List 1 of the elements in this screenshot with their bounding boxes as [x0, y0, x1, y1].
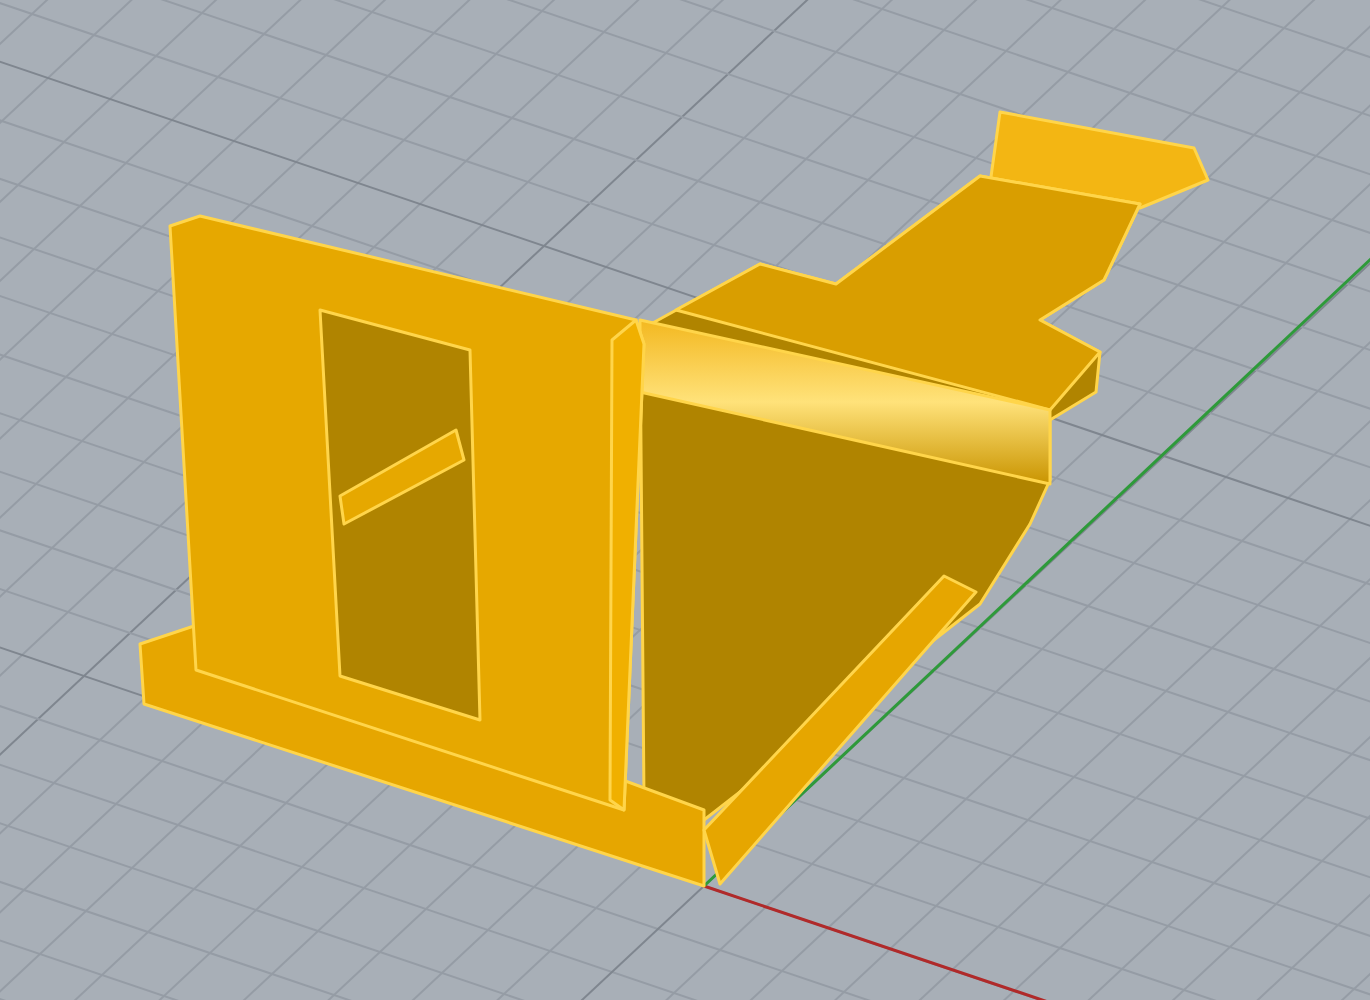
viewport[interactable] — [0, 0, 1370, 1000]
